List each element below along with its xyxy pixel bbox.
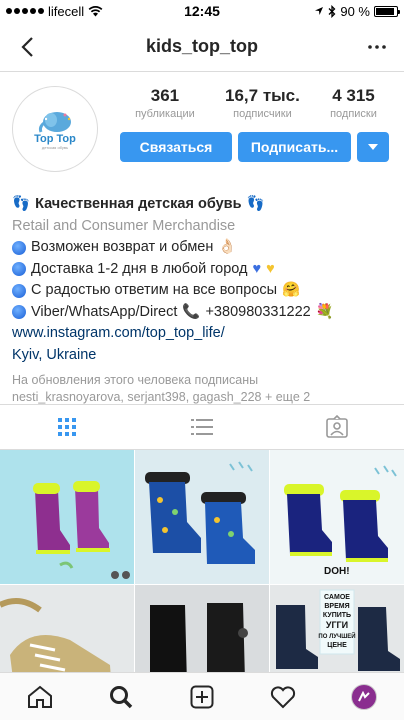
stat-label: подписчики <box>233 108 292 120</box>
avatar-tagline: детская обувь <box>41 144 69 150</box>
stat-label: публикации <box>135 108 195 120</box>
followed-by-note[interactable]: На обновления этого человека подписаны n… <box>0 366 404 406</box>
add-post-icon <box>190 685 214 708</box>
bouquet-icon: 💐 <box>315 303 334 320</box>
nav-search[interactable] <box>81 673 162 720</box>
bluetooth-icon <box>328 4 336 18</box>
bio-text: Доставка 1-2 дня в любой город <box>31 260 248 277</box>
stat-value: 361 <box>150 86 180 105</box>
list-icon <box>191 419 213 435</box>
blue-rain-boots-image <box>145 461 255 564</box>
status-right: 90 % <box>248 3 400 19</box>
footprints-icon: 👣 <box>246 196 265 212</box>
profile-avatar-icon <box>350 683 377 710</box>
promo-line: САМОЕ <box>324 594 350 601</box>
avatar-logo: Top Top детская обувь <box>34 109 76 150</box>
profile-view-tabs <box>0 404 404 450</box>
stat-posts[interactable]: 361 публикации <box>135 86 195 120</box>
post-thumbnail[interactable]: DOH! <box>270 450 404 584</box>
blue-circle-icon <box>12 262 26 277</box>
stat-value: 4 315 <box>332 86 375 105</box>
wifi-icon <box>88 5 103 17</box>
profile-avatar[interactable]: Top Top детская обувь <box>12 86 98 172</box>
navy-rain-boots-image: DOH! <box>284 465 397 577</box>
tab-list[interactable] <box>135 405 270 449</box>
nav-profile[interactable] <box>323 673 404 720</box>
status-time: 12:45 <box>184 3 220 19</box>
telephone-icon: 📞 <box>182 303 201 320</box>
bio-text: Viber/WhatsApp/Direct <box>31 303 178 320</box>
follow-button[interactable]: Подписать... <box>238 132 351 162</box>
suggestions-dropdown-button[interactable] <box>357 132 389 162</box>
blue-circle-icon <box>12 283 26 298</box>
contact-button[interactable]: Связаться <box>120 132 232 162</box>
bio-text: Возможен возврат и обмен <box>31 239 214 255</box>
bio-name-line: 👣 Качественная детская обувь 👣 <box>12 194 392 216</box>
blue-circle-icon <box>12 305 26 320</box>
profile-header: Top Top детская обувь 361 публикации 16,… <box>0 72 404 190</box>
stat-value: 16,7 тыс. <box>225 86 300 105</box>
nav-new-post[interactable] <box>162 673 243 720</box>
bottom-navigation <box>0 672 404 720</box>
profile-actions: Связаться Подписать... <box>120 132 392 162</box>
battery-icon <box>374 5 400 17</box>
hugging-face-icon: 🤗 <box>282 282 301 298</box>
profile-name: Качественная детская обувь <box>35 196 242 212</box>
footprints-icon: 👣 <box>12 196 31 212</box>
profile-location-link[interactable]: Kyiv, Ukraine <box>12 345 392 367</box>
tagged-person-icon <box>325 415 348 438</box>
tab-grid[interactable] <box>0 405 135 449</box>
bio-line-delivery: Доставка 1-2 дня в любой город ♥ ♥ <box>12 259 392 281</box>
search-icon <box>110 685 133 708</box>
grid-icon <box>58 418 77 436</box>
profile-stats: 361 публикации 16,7 тыс. подписчики 4 31… <box>120 86 392 120</box>
post-thumbnail[interactable] <box>135 450 269 584</box>
location-arrow-icon <box>315 7 324 15</box>
status-bar: lifecell 12:45 90 % <box>0 0 404 22</box>
profile-website-link[interactable]: www.instagram.com/top_top_life/ <box>12 323 392 345</box>
carrier-label: lifecell <box>48 3 85 19</box>
ok-hand-icon: 👌🏻 <box>218 239 237 255</box>
blue-circle-icon <box>12 240 26 255</box>
back-button[interactable] <box>12 32 42 62</box>
signal-icon <box>6 8 44 14</box>
bio-line-contacts: Viber/WhatsApp/Direct 📞 +380980331222 💐 <box>12 302 392 324</box>
nav-home[interactable] <box>0 673 81 720</box>
battery-text: 90 % <box>340 3 370 19</box>
elephant-logo-icon <box>38 111 71 133</box>
more-options-button[interactable] <box>362 32 392 62</box>
profile-bio: 👣 Качественная детская обувь 👣 Retail an… <box>0 190 404 366</box>
blue-heart-icon: ♥ <box>252 260 262 277</box>
stat-label: подписки <box>330 108 377 120</box>
profile-category: Retail and Consumer Merchandise <box>12 217 236 234</box>
bio-text: С радостью ответим на все вопросы <box>31 282 277 298</box>
promo-line: КУПИТЬ <box>323 612 351 619</box>
status-left: lifecell <box>6 4 156 19</box>
stat-followers[interactable]: 16,7 тыс. подписчики <box>225 86 300 120</box>
home-icon <box>28 685 53 708</box>
heart-icon <box>270 685 295 708</box>
promo-line: ЦЕНЕ <box>327 642 347 649</box>
stat-following[interactable]: 4 315 подписки <box>330 86 377 120</box>
promo-line: ВРЕМЯ <box>324 603 349 610</box>
yellow-heart-icon: ♥ <box>266 260 275 277</box>
promo-line: УГГИ <box>326 620 348 630</box>
tab-tagged[interactable] <box>269 405 404 449</box>
bio-line-returns: Возможен возврат и обмен 👌🏻 <box>12 237 392 259</box>
followed-by-label: На обновления этого человека подписаны <box>12 373 259 387</box>
ellipsis-icon <box>368 44 386 49</box>
post-thumbnail[interactable] <box>0 450 134 584</box>
page-title: kids_top_top <box>145 36 258 56</box>
purple-rain-boots-image <box>33 481 130 579</box>
nav-activity[interactable] <box>242 673 323 720</box>
avatar-logo-text: Top Top <box>34 132 76 145</box>
chevron-left-icon <box>21 36 33 57</box>
navigation-bar: kids_top_top <box>0 22 404 72</box>
bio-line-questions: С радостью ответим на все вопросы 🤗 <box>12 280 392 302</box>
profile-stats-area: 361 публикации 16,7 тыс. подписчики 4 31… <box>120 86 392 190</box>
phone-number[interactable]: +380980331222 <box>205 302 310 324</box>
promo-line: ПО ЛУЧШЕЙ <box>318 632 355 640</box>
caret-down-icon <box>368 144 378 150</box>
doh-sticker-text: DOH! <box>324 566 350 577</box>
